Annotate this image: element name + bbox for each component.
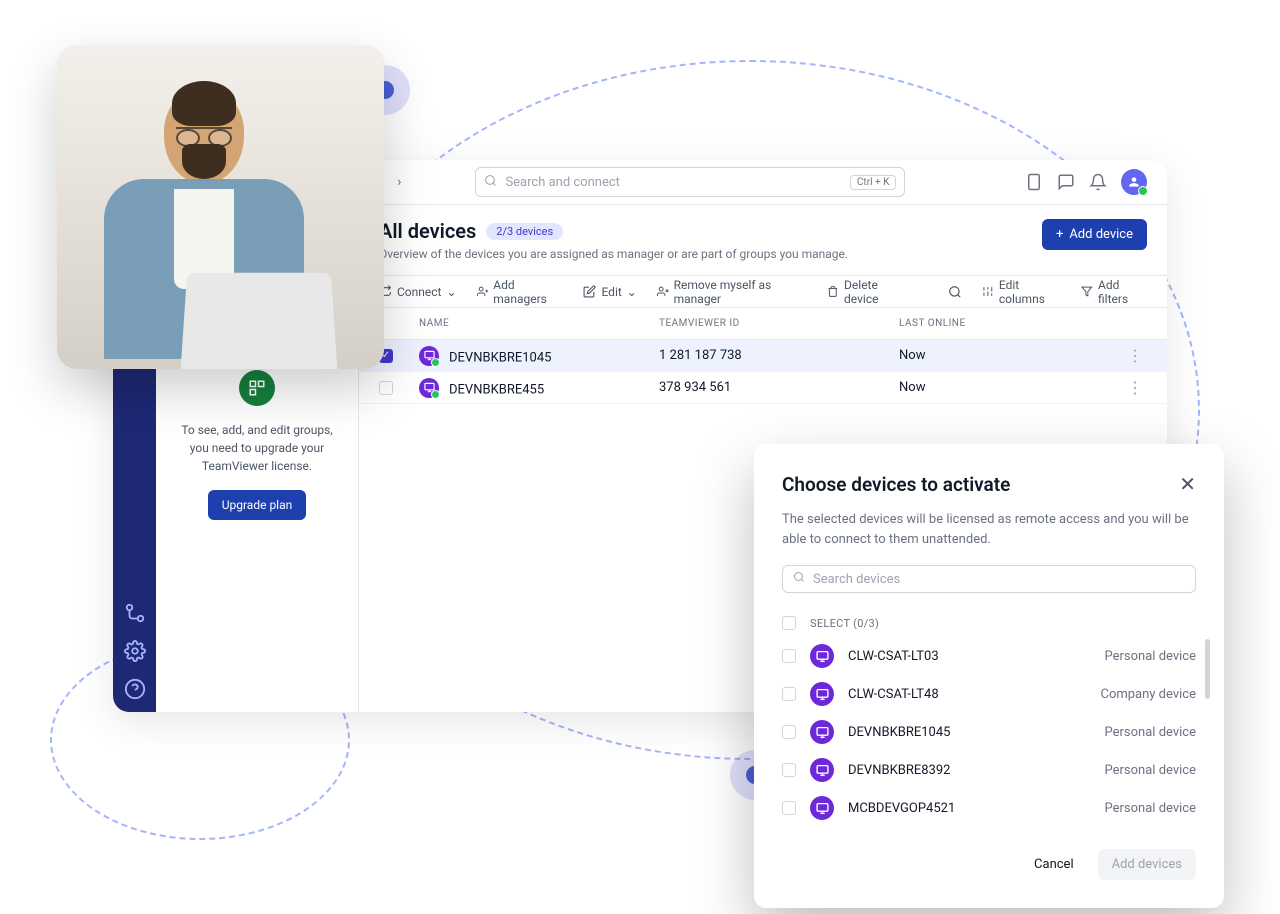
modal-search-input[interactable]: Search devices bbox=[782, 565, 1196, 593]
sidebar-workflow-icon[interactable] bbox=[124, 602, 146, 624]
edit-columns-button[interactable]: Edit columns bbox=[982, 278, 1061, 306]
device-id: 1 281 187 738 bbox=[659, 348, 879, 363]
cancel-button[interactable]: Cancel bbox=[1020, 849, 1088, 880]
chevron-down-icon: ⌄ bbox=[627, 285, 637, 299]
close-icon[interactable]: ✕ bbox=[1179, 472, 1196, 496]
device-icon bbox=[810, 758, 834, 782]
chevron-down-icon: ⌄ bbox=[446, 285, 456, 299]
modal-device-type: Personal device bbox=[1105, 649, 1196, 664]
device-name: DEVNBKBRE455 bbox=[449, 382, 544, 397]
page-header: All devices 2/3 devices Overview of the … bbox=[359, 205, 1167, 276]
select-count-label: SELECT (0/3) bbox=[810, 617, 879, 630]
page-subtitle: Overview of the devices you are assigned… bbox=[379, 247, 848, 261]
sidebar-help-icon[interactable] bbox=[124, 678, 146, 700]
device-icon bbox=[810, 720, 834, 744]
add-filters-button[interactable]: Add filters bbox=[1081, 278, 1147, 306]
add-managers-button[interactable]: Add managers bbox=[477, 278, 564, 306]
add-device-button[interactable]: + Add device bbox=[1042, 219, 1147, 250]
device-checkbox[interactable] bbox=[782, 725, 796, 739]
modal-device-type: Company device bbox=[1100, 687, 1196, 702]
search-toolbar-icon[interactable] bbox=[948, 285, 962, 299]
modal-device-row[interactable]: CLW-CSAT-LT48 Company device bbox=[782, 675, 1196, 713]
sidebar-settings-icon[interactable] bbox=[124, 640, 146, 662]
col-online-header[interactable]: LAST ONLINE bbox=[899, 318, 1107, 329]
edit-button[interactable]: Edit⌄ bbox=[583, 285, 636, 299]
device-icon bbox=[419, 378, 439, 398]
modal-device-name: CLW-CSAT-LT03 bbox=[848, 649, 1091, 664]
search-input[interactable]: Search and connect Ctrl + K bbox=[475, 167, 905, 197]
toolbar: Connect⌄ Add managers Edit⌄ Remove mysel… bbox=[359, 276, 1167, 308]
col-id-header[interactable]: TEAMVIEWER ID bbox=[659, 318, 879, 329]
modal-device-type: Personal device bbox=[1105, 801, 1196, 816]
device-name: DEVNBKBRE1045 bbox=[449, 350, 551, 365]
device-icon bbox=[810, 644, 834, 668]
search-icon bbox=[793, 571, 805, 587]
phone-icon[interactable] bbox=[1025, 173, 1043, 191]
connect-button[interactable]: Connect⌄ bbox=[379, 285, 457, 299]
remove-self-button[interactable]: Remove myself as manager bbox=[657, 278, 807, 306]
modal-description: The selected devices will be licensed as… bbox=[782, 510, 1196, 549]
plus-icon: + bbox=[1056, 227, 1063, 242]
activate-devices-modal: Choose devices to activate ✕ The selecte… bbox=[754, 444, 1224, 908]
scrollbar[interactable] bbox=[1205, 639, 1210, 699]
modal-device-row[interactable]: MCBDEVGOP4521 Personal device bbox=[782, 789, 1196, 827]
row-checkbox[interactable] bbox=[379, 381, 393, 395]
modal-device-name: CLW-CSAT-LT48 bbox=[848, 687, 1086, 702]
modal-device-row[interactable]: DEVNBKBRE8392 Personal device bbox=[782, 751, 1196, 789]
search-icon bbox=[484, 174, 497, 191]
device-id: 378 934 561 bbox=[659, 380, 879, 395]
device-icon bbox=[419, 346, 439, 366]
modal-device-row[interactable]: DEVNBKBRE1045 Personal device bbox=[782, 713, 1196, 751]
row-menu-icon[interactable]: ⋮ bbox=[1127, 348, 1147, 364]
col-name-header[interactable]: NAME bbox=[419, 318, 639, 329]
groups-icon bbox=[239, 370, 275, 406]
modal-device-name: DEVNBKBRE1045 bbox=[848, 725, 1091, 740]
add-devices-button[interactable]: Add devices bbox=[1098, 849, 1196, 880]
modal-device-row[interactable]: CLW-CSAT-LT03 Personal device bbox=[782, 637, 1196, 675]
device-checkbox[interactable] bbox=[782, 649, 796, 663]
device-checkbox[interactable] bbox=[782, 687, 796, 701]
search-shortcut: Ctrl + K bbox=[850, 175, 897, 190]
row-menu-icon[interactable]: ⋮ bbox=[1127, 380, 1147, 396]
table-header: NAME TEAMVIEWER ID LAST ONLINE bbox=[359, 308, 1167, 340]
device-checkbox[interactable] bbox=[782, 801, 796, 815]
modal-device-name: MCBDEVGOP4521 bbox=[848, 801, 1091, 816]
device-icon bbox=[810, 796, 834, 820]
topbar: ‹ › Search and connect Ctrl + K bbox=[359, 160, 1167, 205]
search-placeholder: Search and connect bbox=[505, 175, 841, 190]
modal-device-type: Personal device bbox=[1105, 763, 1196, 778]
modal-device-name: DEVNBKBRE8392 bbox=[848, 763, 1091, 778]
device-online: Now bbox=[899, 380, 1107, 395]
delete-button[interactable]: Delete device bbox=[827, 278, 908, 306]
device-table-body: ✓DEVNBKBRE10451 281 187 738Now⋮DEVNBKBRE… bbox=[359, 340, 1167, 404]
avatar[interactable] bbox=[1121, 169, 1147, 195]
bell-icon[interactable] bbox=[1089, 173, 1107, 191]
select-all-checkbox[interactable] bbox=[782, 616, 796, 630]
upgrade-plan-button[interactable]: Upgrade plan bbox=[208, 490, 307, 520]
groups-text: To see, add, and edit groups, you need t… bbox=[171, 421, 343, 475]
device-online: Now bbox=[899, 348, 1107, 363]
device-checkbox[interactable] bbox=[782, 763, 796, 777]
device-icon bbox=[810, 682, 834, 706]
hero-photo bbox=[57, 45, 384, 369]
device-count-badge: 2/3 devices bbox=[486, 223, 563, 240]
modal-device-type: Personal device bbox=[1105, 725, 1196, 740]
modal-title: Choose devices to activate bbox=[782, 473, 1010, 496]
table-row[interactable]: ✓DEVNBKBRE10451 281 187 738Now⋮ bbox=[359, 340, 1167, 372]
nav-forward-icon[interactable]: › bbox=[397, 174, 401, 190]
modal-device-list: SELECT (0/3) CLW-CSAT-LT03 Personal devic… bbox=[782, 609, 1196, 827]
chat-icon[interactable] bbox=[1057, 173, 1075, 191]
page-title: All devices bbox=[379, 219, 476, 243]
table-row[interactable]: DEVNBKBRE455 378 934 561 Now ⋮ bbox=[359, 372, 1167, 404]
